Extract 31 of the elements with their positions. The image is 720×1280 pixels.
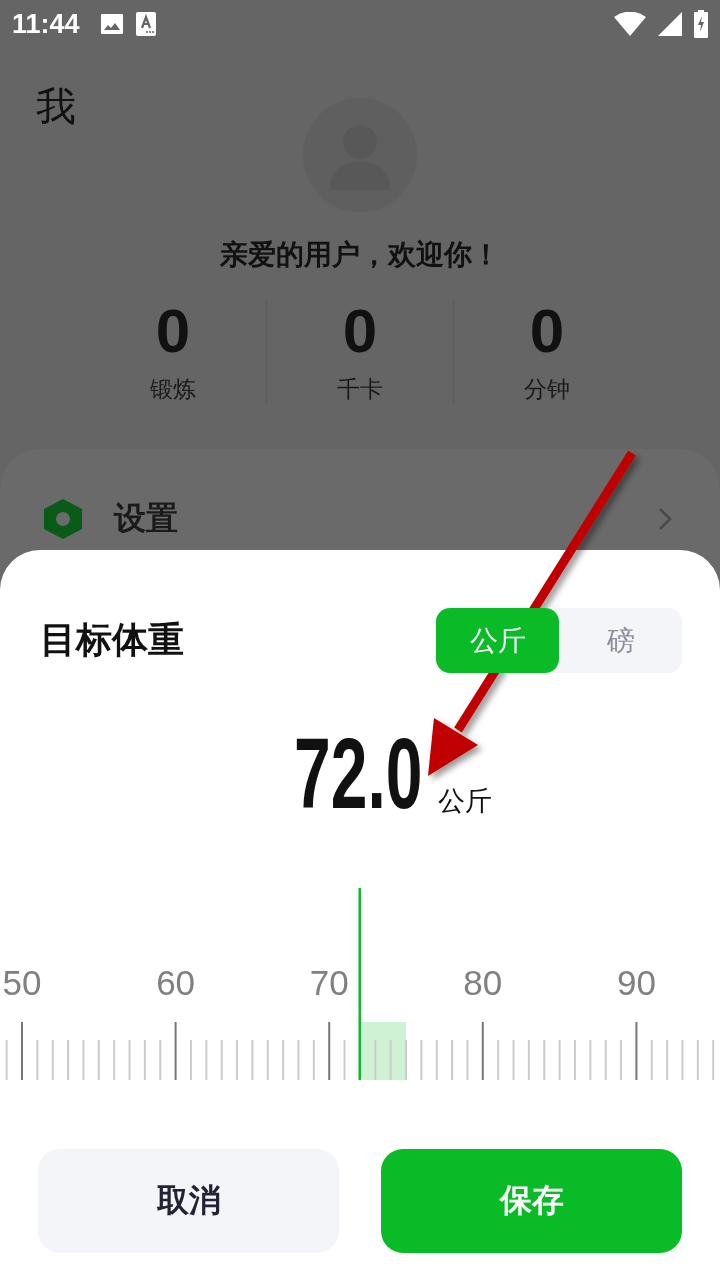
stat-label: 千卡 xyxy=(337,375,383,404)
signal-icon xyxy=(658,12,682,36)
menu-item[interactable]: 设置 xyxy=(114,497,178,541)
selection-band xyxy=(360,1022,406,1080)
weight-unit: 公斤 xyxy=(438,784,492,818)
stat-value: 0 xyxy=(342,296,378,366)
weight-value: 72.0 xyxy=(294,723,423,823)
ruler-needle[interactable] xyxy=(358,888,361,1080)
status-time: 11:44 xyxy=(12,8,80,40)
stat-label: 分钟 xyxy=(524,375,570,404)
stat-label: 锻炼 xyxy=(150,375,196,404)
chevron-icon xyxy=(658,507,672,531)
scale-label: 70 xyxy=(309,963,349,1002)
wifi-icon xyxy=(614,12,646,36)
font-icon xyxy=(135,12,156,36)
scale-label: 80 xyxy=(463,963,503,1002)
hexagon-icon xyxy=(44,499,82,539)
stat-value: 0 xyxy=(529,296,565,366)
sheet-title: 目标体重 xyxy=(40,618,184,662)
image-icon xyxy=(99,13,124,35)
save-button[interactable]: 保存 xyxy=(381,1149,682,1253)
greeting-text: 亲爱的用户，欢迎你！ xyxy=(219,237,501,273)
scale-label: 60 xyxy=(156,963,196,1002)
scale-label: 90 xyxy=(616,963,656,1002)
stat-value: 0 xyxy=(155,296,191,366)
page-title: 我 xyxy=(35,82,77,131)
cancel-button[interactable]: 取消 xyxy=(38,1149,339,1253)
unit-tab[interactable]: 公斤 xyxy=(436,608,559,673)
scale-label: 50 xyxy=(2,963,42,1002)
battery-icon xyxy=(694,10,708,38)
unit-tab[interactable]: 磅 xyxy=(559,608,682,673)
